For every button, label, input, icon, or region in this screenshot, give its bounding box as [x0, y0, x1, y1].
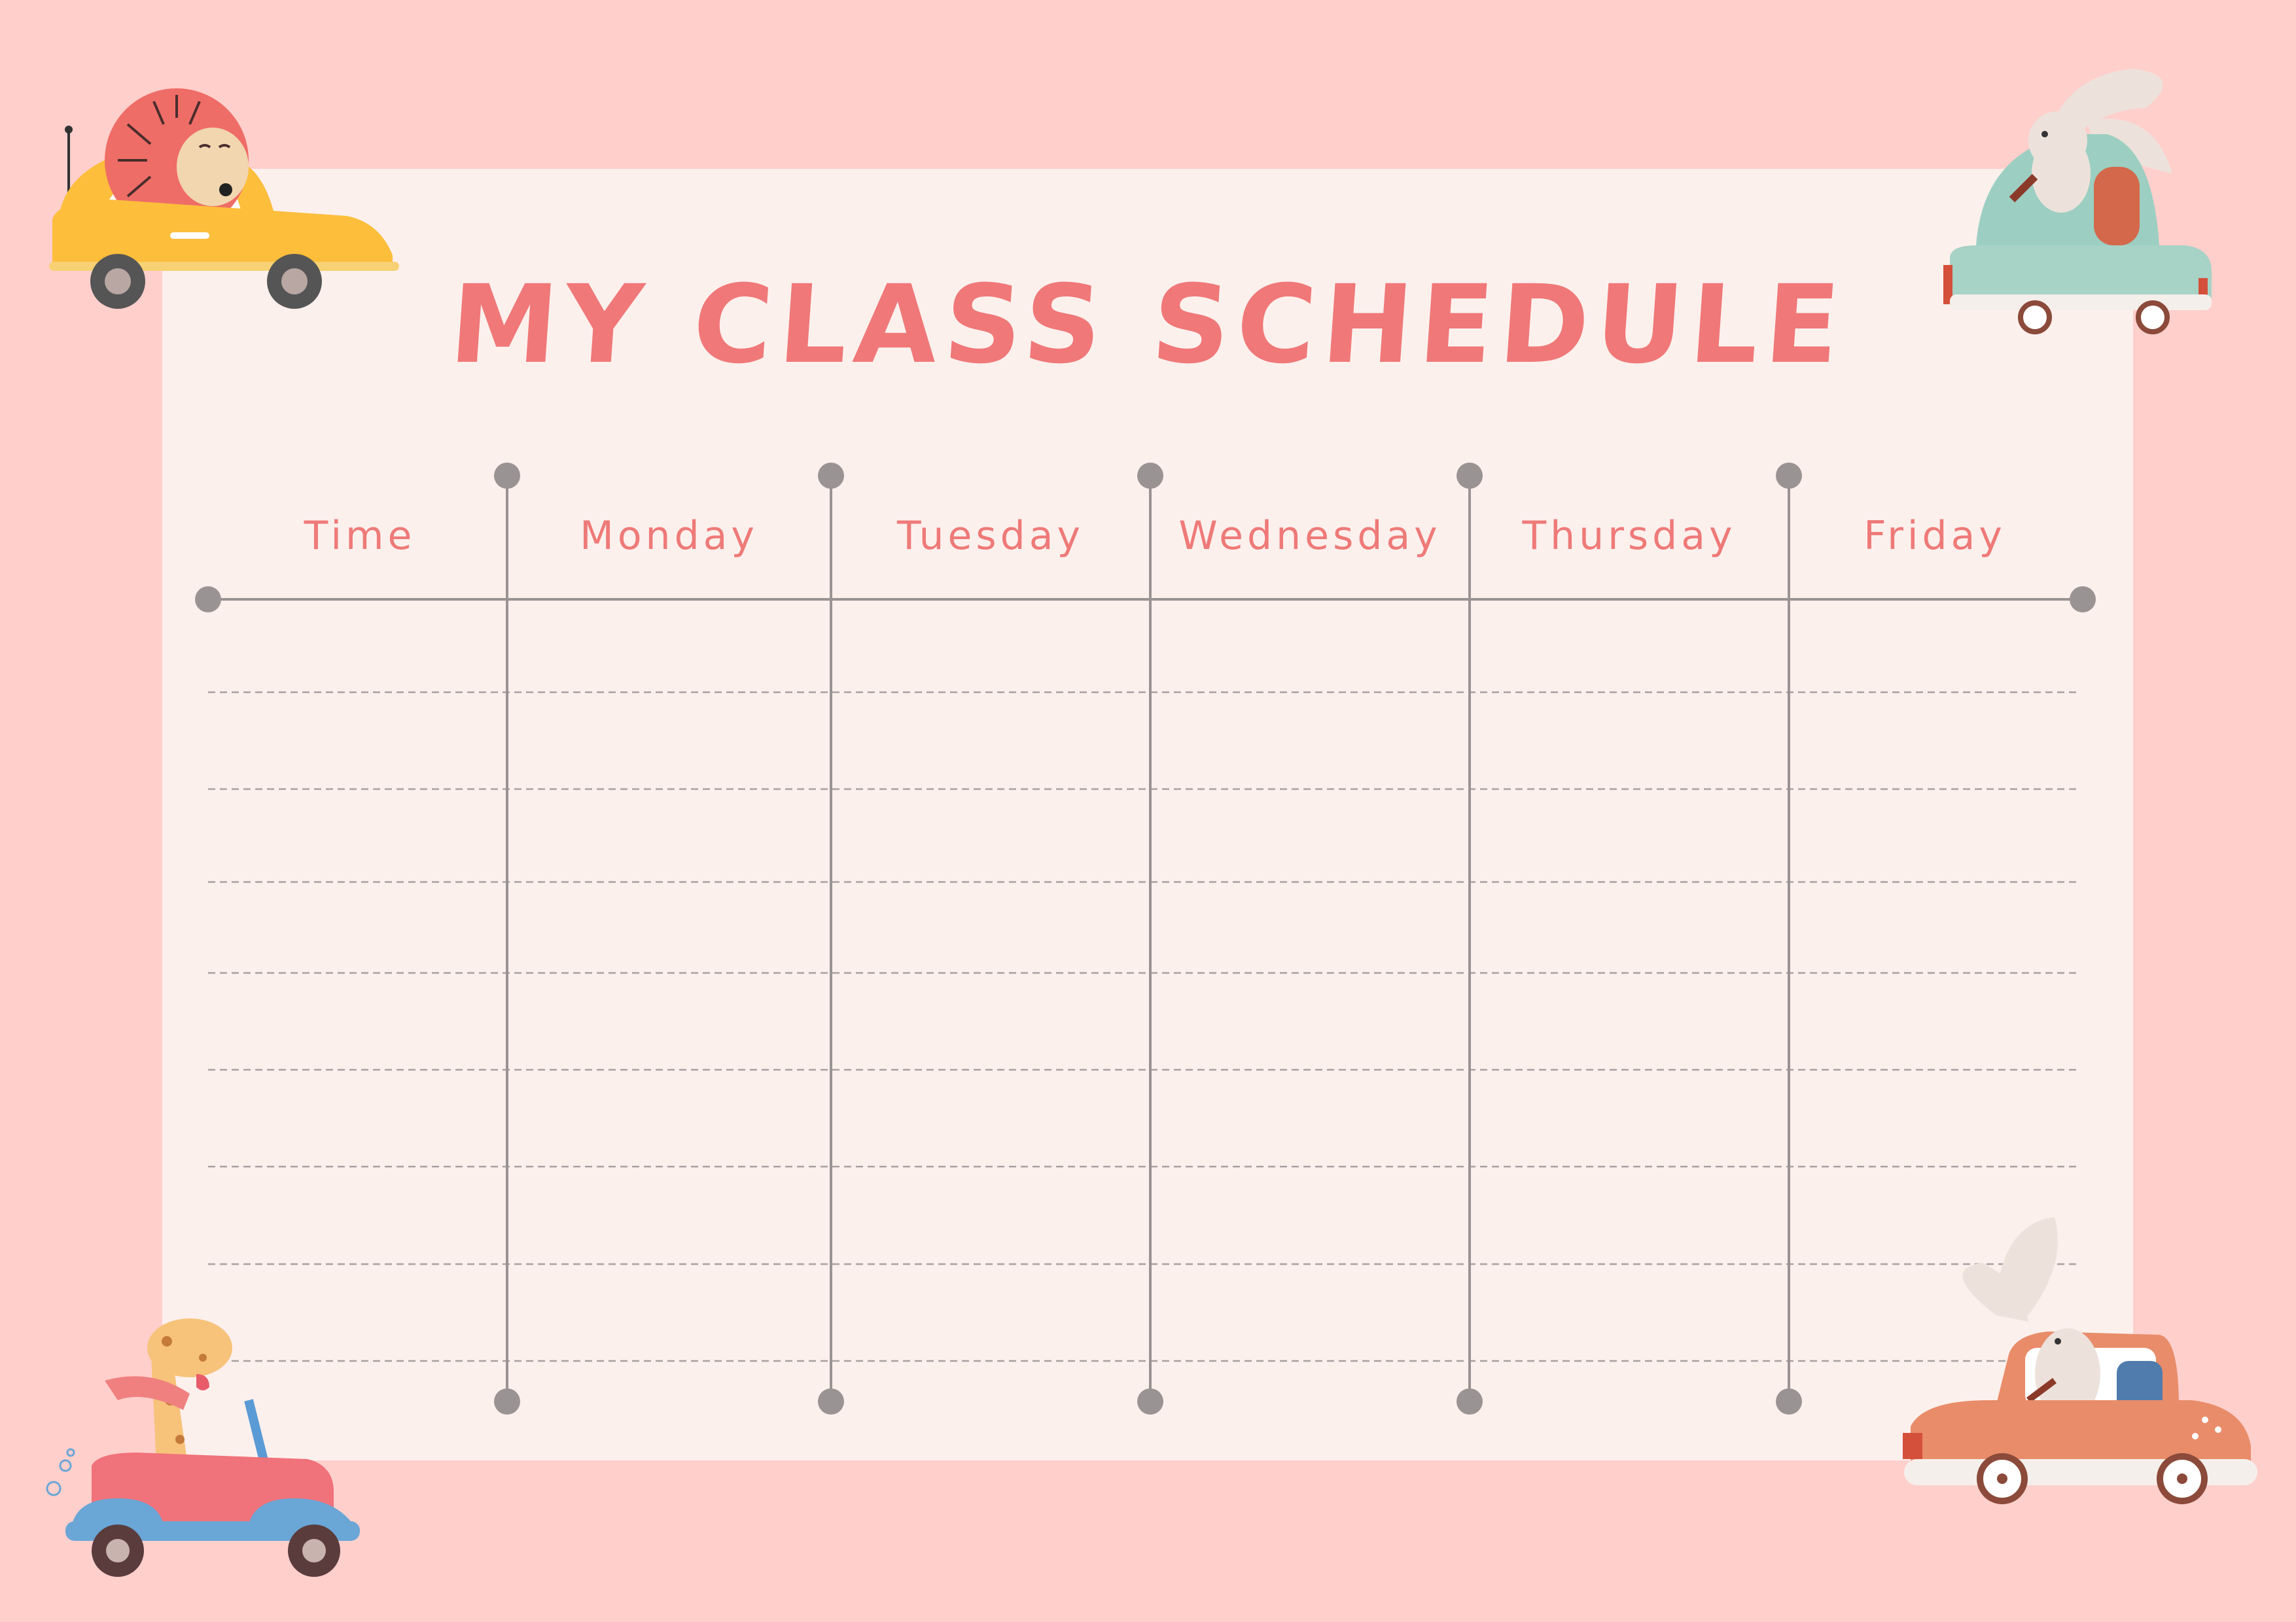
row-lines — [208, 691, 2079, 1362]
line-end-dot — [2070, 586, 2096, 612]
lion-car-icon — [49, 88, 399, 309]
line-end-dot — [494, 463, 520, 489]
column-end-dots — [494, 463, 1802, 1415]
line-end-dot — [195, 586, 221, 612]
line-end-dot — [1457, 1388, 1483, 1415]
line-end-dot — [1137, 1388, 1163, 1415]
line-end-dot — [1776, 1388, 1802, 1415]
line-end-dot — [1457, 463, 1483, 489]
line-end-dot — [494, 1388, 520, 1415]
line-end-dot — [1137, 463, 1163, 489]
rabbit-car-icon — [1943, 69, 2212, 334]
line-end-dot — [1776, 463, 1802, 489]
giraffe-car-icon — [46, 1318, 360, 1577]
line-end-dot — [818, 1388, 844, 1415]
column-dividers — [506, 476, 1790, 1402]
line-end-dot — [818, 463, 844, 489]
bunny-car-icon — [1903, 1217, 2257, 1504]
